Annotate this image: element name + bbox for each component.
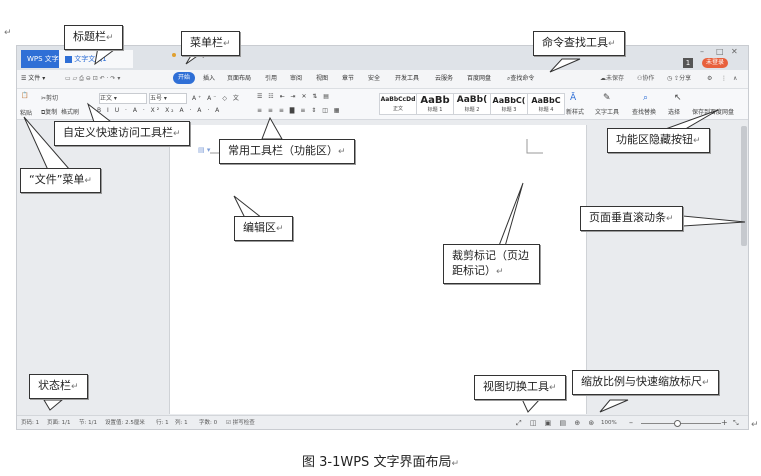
callout-quick-access: 自定义快速访问工具栏↵ bbox=[54, 121, 190, 146]
callout-menu-bar: 菜单栏↵ bbox=[181, 31, 240, 56]
callout-view-switch: 视图切换工具↵ bbox=[474, 375, 566, 400]
callout-crop-mark: 裁剪标记（页边距标记）↵ bbox=[443, 244, 540, 284]
callout-zoom: 缩放比例与快速缩放标尺↵ bbox=[572, 370, 719, 395]
callout-command-search: 命令查找工具↵ bbox=[533, 31, 625, 56]
callout-title-bar: 标题栏↵ bbox=[64, 25, 123, 50]
figure-caption: 图 3-1WPS 文字界面布局↵ bbox=[302, 455, 459, 470]
callout-ribbon-hide: 功能区隐藏按钮↵ bbox=[607, 128, 710, 153]
paragraph-mark-icon: ↵ bbox=[4, 28, 12, 38]
callout-arrows bbox=[23, 46, 746, 413]
callout-edit-area: 编辑区↵ bbox=[234, 216, 293, 241]
callout-status-bar: 状态栏↵ bbox=[29, 374, 88, 399]
callout-file-menu: “文件”菜单↵ bbox=[20, 168, 101, 193]
callout-vscroll: 页面垂直滚动条↵ bbox=[580, 206, 683, 231]
paragraph-mark-icon-2: ↵ bbox=[751, 420, 759, 430]
callout-ribbon: 常用工具栏（功能区）↵ bbox=[219, 139, 355, 164]
